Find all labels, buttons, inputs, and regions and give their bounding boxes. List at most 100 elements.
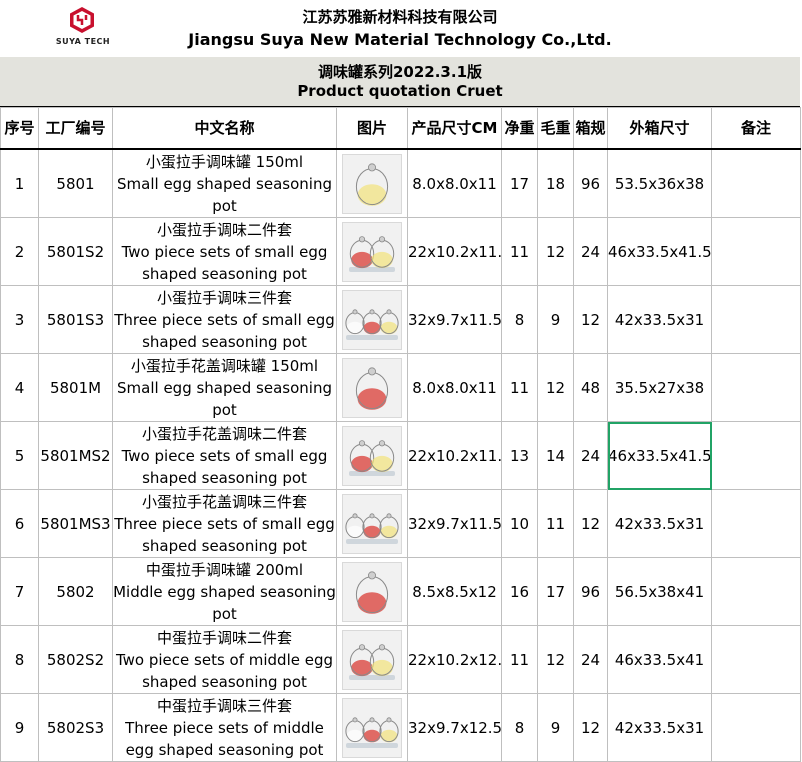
carton-qty-cell[interactable]: 12: [573, 693, 608, 762]
net-weight-cell[interactable]: 11: [501, 625, 538, 694]
photo-cell[interactable]: [336, 148, 408, 218]
photo-cell[interactable]: [336, 625, 408, 694]
carton-qty-cell[interactable]: 24: [573, 217, 608, 286]
factory-code-cell[interactable]: 5801S3: [38, 285, 113, 354]
factory-code-cell[interactable]: 5801MS2: [38, 421, 113, 490]
net-weight-cell[interactable]: 8: [501, 693, 538, 762]
note-cell[interactable]: [711, 557, 801, 626]
size-cell[interactable]: 32x9.7x11.5: [407, 285, 502, 354]
column-header[interactable]: 中文名称: [112, 107, 337, 150]
size-cell[interactable]: 32x9.7x11.5: [407, 489, 502, 558]
name-cell[interactable]: 小蛋拉手花盖调味二件套 Two piece sets of small egg s…: [112, 421, 337, 490]
carton-qty-cell[interactable]: 12: [573, 285, 608, 354]
name-cell[interactable]: 小蛋拉手花盖调味罐 150ml Small egg shaped seasonin…: [112, 353, 337, 422]
photo-cell[interactable]: [336, 489, 408, 558]
gross-weight-cell[interactable]: 18: [537, 148, 574, 218]
serial-cell[interactable]: 6: [0, 489, 39, 558]
size-cell[interactable]: 8.5x8.5x12: [407, 557, 502, 626]
name-cell[interactable]: 中蛋拉手调味罐 200ml Middle egg shaped seasoning…: [112, 557, 337, 626]
net-weight-cell[interactable]: 10: [501, 489, 538, 558]
outer-carton-size-cell[interactable]: 56.5x38x41: [607, 557, 712, 626]
carton-qty-cell[interactable]: 12: [573, 489, 608, 558]
name-cell[interactable]: 小蛋拉手调味三件套 Three piece sets of small egg s…: [112, 285, 337, 354]
column-header[interactable]: 序号: [0, 107, 39, 150]
outer-carton-size-cell[interactable]: 42x33.5x31: [607, 285, 712, 354]
column-header[interactable]: 图片: [336, 107, 408, 150]
name-cell[interactable]: 小蛋拉手调味罐 150ml Small egg shaped seasoning …: [112, 148, 337, 218]
size-cell[interactable]: 8.0x8.0x11: [407, 353, 502, 422]
serial-cell[interactable]: 4: [0, 353, 39, 422]
photo-cell[interactable]: [336, 693, 408, 762]
size-cell[interactable]: 32x9.7x12.5: [407, 693, 502, 762]
note-cell[interactable]: [711, 148, 801, 218]
gross-weight-cell[interactable]: 17: [537, 557, 574, 626]
net-weight-cell[interactable]: 16: [501, 557, 538, 626]
factory-code-cell[interactable]: 5801M: [38, 353, 113, 422]
outer-carton-size-cell[interactable]: 53.5x36x38: [607, 148, 712, 218]
name-cell[interactable]: 中蛋拉手调味三件套 Three piece sets of middle egg …: [112, 693, 337, 762]
photo-cell[interactable]: [336, 557, 408, 626]
column-header[interactable]: 产品尺寸CM: [407, 107, 502, 150]
serial-cell[interactable]: 2: [0, 217, 39, 286]
column-header[interactable]: 净重: [501, 107, 538, 150]
factory-code-cell[interactable]: 5801: [38, 148, 113, 218]
column-header[interactable]: 外箱尺寸: [607, 107, 712, 150]
note-cell[interactable]: [711, 421, 801, 490]
serial-cell[interactable]: 8: [0, 625, 39, 694]
factory-code-cell[interactable]: 5802S2: [38, 625, 113, 694]
name-cell[interactable]: 小蛋拉手花盖调味三件套 Three piece sets of small egg…: [112, 489, 337, 558]
photo-cell[interactable]: [336, 285, 408, 354]
factory-code-cell[interactable]: 5802: [38, 557, 113, 626]
serial-cell[interactable]: 9: [0, 693, 39, 762]
gross-weight-cell[interactable]: 14: [537, 421, 574, 490]
note-cell[interactable]: [711, 489, 801, 558]
gross-weight-cell[interactable]: 9: [537, 285, 574, 354]
size-cell[interactable]: 22x10.2x11.5: [407, 421, 502, 490]
factory-code-cell[interactable]: 5801MS3: [38, 489, 113, 558]
net-weight-cell[interactable]: 8: [501, 285, 538, 354]
note-cell[interactable]: [711, 625, 801, 694]
net-weight-cell[interactable]: 13: [501, 421, 538, 490]
carton-qty-cell[interactable]: 24: [573, 421, 608, 490]
net-weight-cell[interactable]: 11: [501, 353, 538, 422]
serial-cell[interactable]: 1: [0, 148, 39, 218]
outer-carton-size-cell[interactable]: 35.5x27x38: [607, 353, 712, 422]
name-cell[interactable]: 小蛋拉手调味二件套 Two piece sets of small egg sha…: [112, 217, 337, 286]
carton-qty-cell[interactable]: 96: [573, 557, 608, 626]
outer-carton-size-cell[interactable]: 42x33.5x31: [607, 693, 712, 762]
net-weight-cell[interactable]: 17: [501, 148, 538, 218]
note-cell[interactable]: [711, 693, 801, 762]
factory-code-cell[interactable]: 5801S2: [38, 217, 113, 286]
gross-weight-cell[interactable]: 11: [537, 489, 574, 558]
note-cell[interactable]: [711, 217, 801, 286]
size-cell[interactable]: 22x10.2x12.5: [407, 625, 502, 694]
column-header[interactable]: 备注: [711, 107, 801, 150]
outer-carton-size-cell[interactable]: 46x33.5x41.5: [607, 217, 712, 286]
factory-code-cell[interactable]: 5802S3: [38, 693, 113, 762]
gross-weight-cell[interactable]: 9: [537, 693, 574, 762]
selected-cell[interactable]: 46x33.5x41.5: [607, 421, 712, 490]
photo-cell[interactable]: [336, 421, 408, 490]
column-header[interactable]: 毛重: [537, 107, 574, 150]
outer-carton-size-cell[interactable]: 46x33.5x41: [607, 625, 712, 694]
name-cell[interactable]: 中蛋拉手调味二件套 Two piece sets of middle egg sh…: [112, 625, 337, 694]
photo-cell[interactable]: [336, 353, 408, 422]
serial-cell[interactable]: 7: [0, 557, 39, 626]
size-cell[interactable]: 22x10.2x11.5: [407, 217, 502, 286]
serial-cell[interactable]: 5: [0, 421, 39, 490]
column-header[interactable]: 工厂编号: [38, 107, 113, 150]
note-cell[interactable]: [711, 285, 801, 354]
gross-weight-cell[interactable]: 12: [537, 353, 574, 422]
carton-qty-cell[interactable]: 96: [573, 148, 608, 218]
photo-cell[interactable]: [336, 217, 408, 286]
gross-weight-cell[interactable]: 12: [537, 625, 574, 694]
gross-weight-cell[interactable]: 12: [537, 217, 574, 286]
carton-qty-cell[interactable]: 24: [573, 625, 608, 694]
note-cell[interactable]: [711, 353, 801, 422]
outer-carton-size-cell[interactable]: 42x33.5x31: [607, 489, 712, 558]
size-cell[interactable]: 8.0x8.0x11: [407, 148, 502, 218]
net-weight-cell[interactable]: 11: [501, 217, 538, 286]
column-header[interactable]: 箱规: [573, 107, 608, 150]
carton-qty-cell[interactable]: 48: [573, 353, 608, 422]
serial-cell[interactable]: 3: [0, 285, 39, 354]
